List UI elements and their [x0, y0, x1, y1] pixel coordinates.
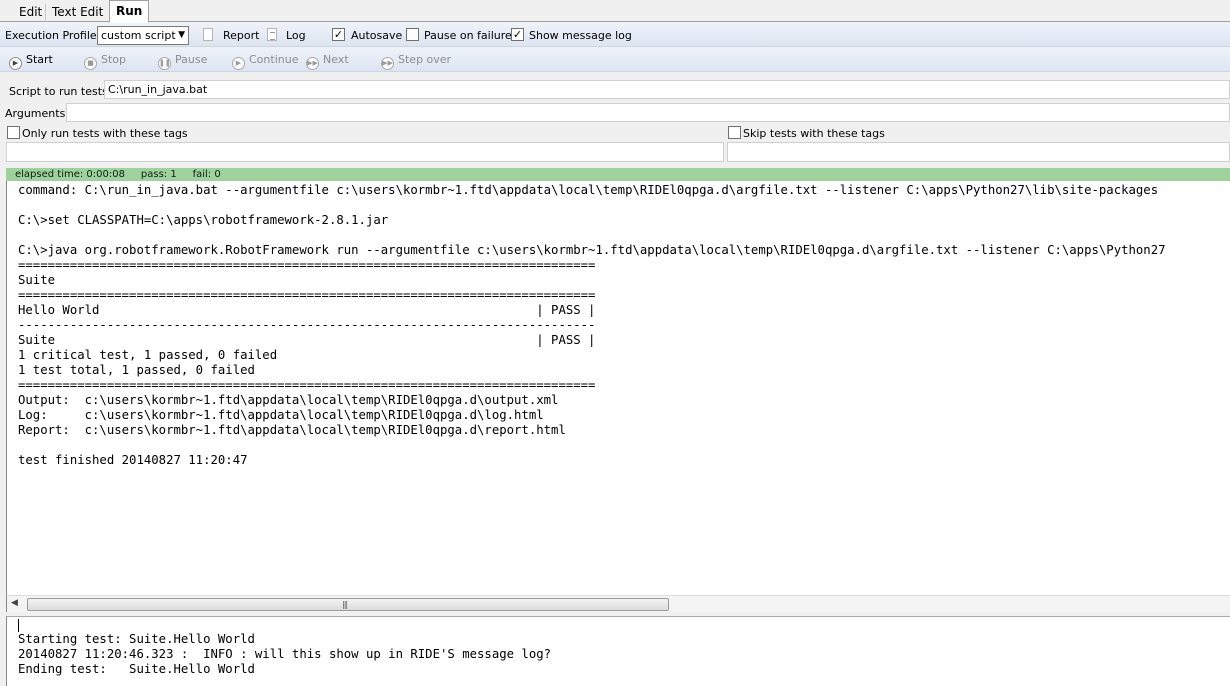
start-button[interactable]: ▶ Start [9, 50, 53, 70]
run-toolbar: ▶ Start ■ Stop ❚❚ Pause ▶ Continue ▶▶ Next ▶▶… [0, 48, 1230, 72]
tab-bar: Edit Text Edit Run [0, 0, 1230, 23]
pause-on-failure-checkbox[interactable] [406, 28, 419, 41]
exclude-tags-checkbox[interactable] [728, 126, 741, 139]
log-button[interactable]: Log [286, 29, 306, 42]
continue-button[interactable]: ▶ Continue [232, 50, 298, 70]
execution-profile-label: Execution Profile: [5, 29, 101, 42]
fast-forward-icon: ▶▶ [381, 57, 394, 70]
tab-edit[interactable]: Edit [12, 3, 49, 22]
report-icon[interactable] [203, 28, 213, 41]
include-tags-label: Only run tests with these tags [22, 127, 188, 140]
fast-forward-icon: ▶▶ [306, 57, 319, 70]
autosave-label: Autosave [351, 29, 403, 42]
script-label: Script to run tests: [9, 85, 112, 98]
tab-run[interactable]: Run [109, 0, 150, 23]
play-icon: ▶ [9, 57, 22, 70]
scroll-left-icon[interactable]: ◀ [11, 598, 18, 608]
run-tab-window: Edit Text Edit Run Execution Profile: cu… [0, 0, 1230, 686]
tab-text-edit[interactable]: Text Edit [45, 3, 110, 22]
console-horizontal-scrollbar[interactable]: ◀ ||| [6, 595, 1230, 612]
stop-button[interactable]: ■ Stop [84, 50, 126, 70]
console-output[interactable]: command: C:\run_in_java.bat --argumentfi… [6, 181, 1230, 595]
pause-on-failure-label: Pause on failure [424, 29, 512, 42]
include-tags-checkbox[interactable] [7, 126, 20, 139]
message-log[interactable]: Starting test: Suite.Hello World 2014082… [6, 616, 1230, 686]
script-input[interactable]: C:\run_in_java.bat [104, 80, 1230, 99]
message-log-text: Starting test: Suite.Hello World 2014082… [18, 632, 552, 676]
arguments-input[interactable] [66, 103, 1230, 122]
run-status-bar: elapsed time: 0:00:08 pass: 1 fail: 0 [6, 168, 1230, 181]
pause-button[interactable]: ❚❚ Pause [158, 50, 207, 70]
scrollbar-thumb[interactable]: ||| [27, 598, 669, 611]
grip-icon: ||| [342, 600, 348, 609]
arguments-label: Arguments: [5, 107, 70, 120]
execution-profile-value: custom script [101, 29, 176, 42]
include-tags-input[interactable] [6, 142, 724, 162]
show-message-log-label: Show message log [529, 29, 632, 42]
text-caret [18, 619, 19, 632]
stop-icon: ■ [84, 57, 97, 70]
execution-profile-select[interactable]: custom script ▼ [97, 26, 189, 45]
console-output-text: command: C:\run_in_java.bat --argumentfi… [18, 183, 1166, 467]
step-over-button[interactable]: ▶▶ Step over [381, 50, 451, 70]
profile-toolbar: Execution Profile: custom script ▼ Repor… [0, 23, 1230, 47]
log-icon[interactable] [267, 28, 277, 41]
dropdown-arrow-icon: ▼ [178, 30, 185, 40]
next-button[interactable]: ▶▶ Next [306, 50, 349, 70]
show-message-log-checkbox[interactable]: ✓ [511, 28, 524, 41]
autosave-checkbox[interactable]: ✓ [332, 28, 345, 41]
exclude-tags-input[interactable] [727, 142, 1230, 162]
pause-icon: ❚❚ [158, 57, 171, 70]
play-icon: ▶ [232, 57, 245, 70]
report-button[interactable]: Report [223, 29, 259, 42]
exclude-tags-label: Skip tests with these tags [743, 127, 885, 140]
